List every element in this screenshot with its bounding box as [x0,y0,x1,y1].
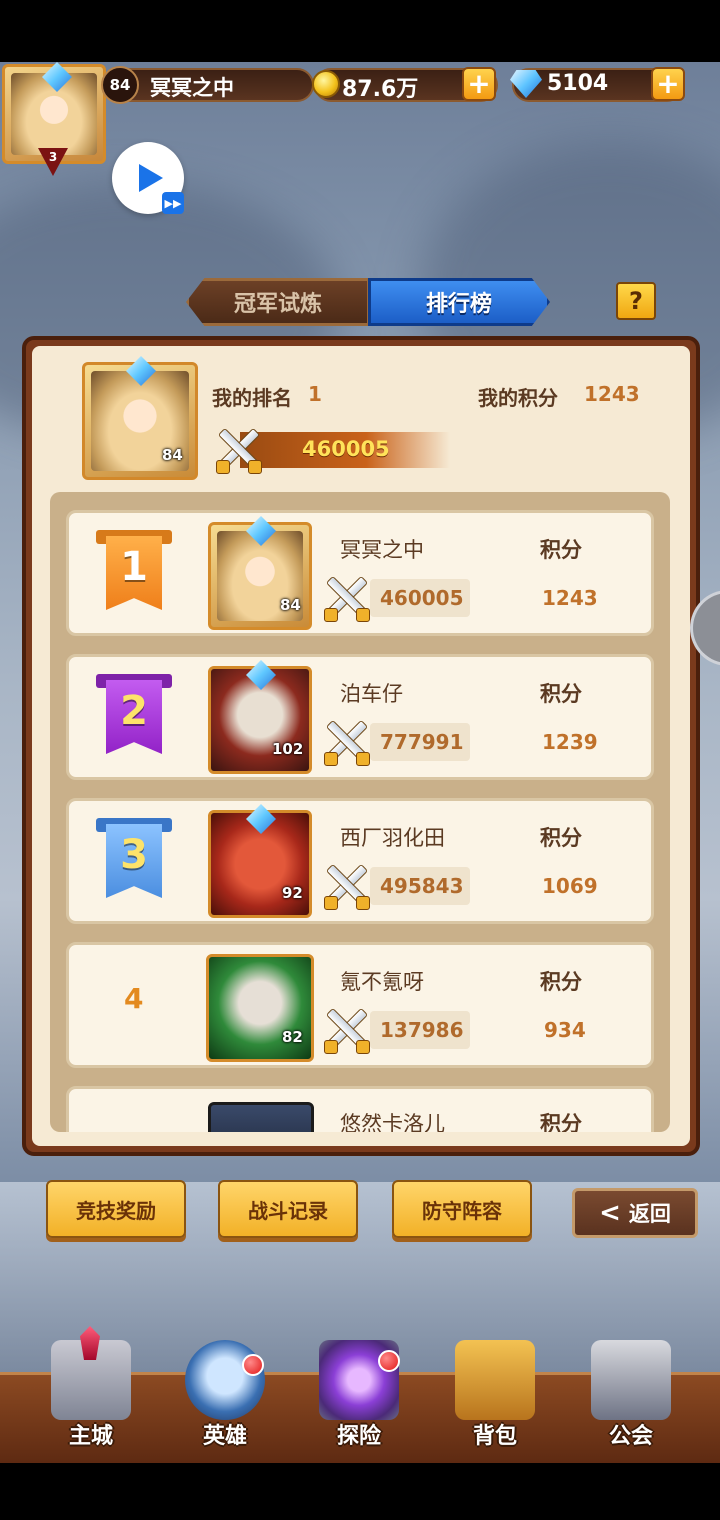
notification-dot [378,1350,400,1372]
nav-explore[interactable]: 探险 [304,1330,414,1450]
defense-lineup-button[interactable]: 防守阵容 [392,1180,532,1238]
tab-champion-trial[interactable]: 冠军试炼 [186,278,370,326]
rank-2-flag-icon: 2 [96,674,172,760]
nav-heroes[interactable]: 英雄 [170,1330,280,1450]
rank-4-power: 137986 [380,1018,464,1042]
rank-3-flag-icon: 3 [96,818,172,904]
my-score-value: 1243 [584,382,640,406]
rank-5-hero-avatar[interactable] [208,1102,314,1132]
add-gems-button[interactable]: + [651,67,685,101]
crossed-swords-icon [322,862,370,910]
arena-rewards-button[interactable]: 竞技奖励 [46,1180,186,1238]
my-power-value: 460005 [302,437,390,461]
rank-4-hero-level: 82 [282,1028,303,1046]
crossed-swords-icon [322,574,370,622]
gold-amount: 87.6万 [342,77,419,102]
rank-1-hero-level: 84 [280,596,301,614]
rank-3-power: 495843 [380,874,464,898]
my-hero-level: 84 [162,446,183,464]
rank-2-player-name: 泊车仔 [340,682,403,706]
rank-1-flag-icon: 1 [96,530,172,616]
rank-5-score-label: 积分 [540,1112,582,1132]
back-button-label: 返回 [628,1202,671,1226]
rank-3-score: 1069 [542,874,598,898]
crossed-swords-icon [322,718,370,766]
crossed-swords-icon [214,426,262,474]
rank-1-score-label: 积分 [540,538,582,562]
player-level: 84 [101,66,139,104]
hero-icon [185,1340,265,1420]
rank-5-player-name: 悠然卡洛儿 [340,1112,445,1132]
back-arrow-icon: < [599,1198,621,1228]
guild-icon [591,1340,671,1420]
play-icon [139,164,163,192]
rank-3-hero-level: 92 [282,884,303,902]
rank-1-score: 1243 [542,586,598,610]
nav-guild[interactable]: 公会 [576,1330,686,1450]
nav-main-city[interactable]: 主城 [36,1326,146,1450]
crossed-swords-icon [322,1006,370,1054]
rank-2-score-label: 积分 [540,682,582,706]
rank-1-player-name: 冥冥之中 [340,538,424,562]
rank-3-score-label: 积分 [540,826,582,850]
backpack-icon [455,1340,535,1420]
gem-amount: 5104 [547,71,609,96]
rank-2-hero-level: 102 [272,740,304,758]
rank-1-power: 460005 [380,586,464,610]
nav-backpack[interactable]: 背包 [440,1330,550,1450]
bottom-bar-black [0,1457,720,1520]
gold-coin-icon [312,70,340,98]
rank-4-score-label: 积分 [540,970,582,994]
tab-leaderboard[interactable]: 排行榜 [368,278,550,326]
fast-forward-icon: ▶▶ [162,192,184,214]
rank-2-power: 777991 [380,730,464,754]
ranking-row-partial[interactable]: 悠然卡洛儿 积分 [66,1086,654,1132]
rank-3-player-name: 西厂羽化田 [340,826,445,850]
notification-dot [242,1354,264,1376]
rank-4-number: 4 [124,982,144,1015]
my-score-label: 我的积分 [478,386,558,410]
my-rank-label: 我的排名 [212,386,292,410]
player-name: 冥冥之中 [150,76,234,100]
back-button[interactable]: < 返回 [572,1188,698,1238]
rank-2-score: 1239 [542,730,598,754]
rank-4-player-name: 氪不氪呀 [340,970,424,994]
my-rank-value: 1 [308,382,322,406]
rank-4-score: 934 [544,1018,586,1042]
battle-record-button[interactable]: 战斗记录 [218,1180,358,1238]
help-button[interactable]: ? [616,282,656,320]
add-gold-button[interactable]: + [462,67,496,101]
